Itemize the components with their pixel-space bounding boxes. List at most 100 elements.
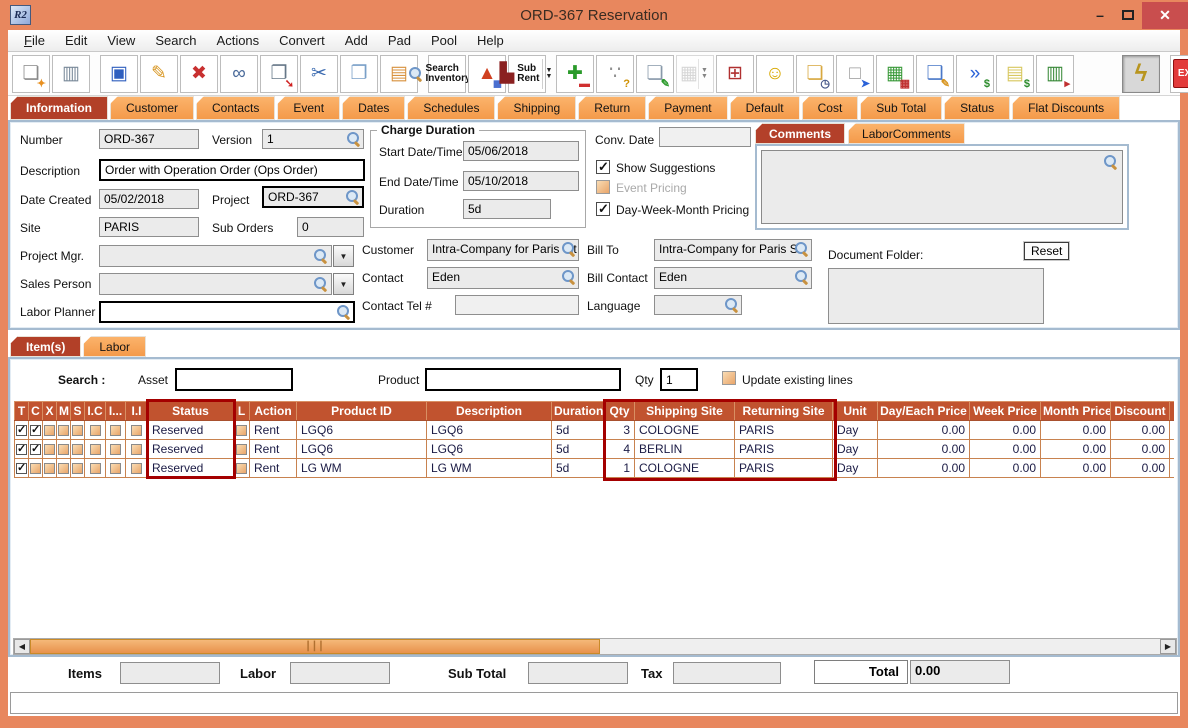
row1-ic-checkbox[interactable] [84,420,106,440]
minimize-button[interactable]: – [1086,7,1114,23]
menu-file[interactable]: File [14,31,55,50]
customer-lookup-icon[interactable] [562,242,576,256]
update-existing-lines-checkbox[interactable] [722,371,736,385]
customer-field[interactable]: Intra-Company for Paris Sit [427,239,579,261]
row1-s-checkbox[interactable] [70,420,85,440]
tab-customer[interactable]: Customer [110,96,195,120]
truck-button[interactable]: ▥ ▸ [1036,54,1074,93]
row3-day-each-price[interactable]: 0.00 [877,458,970,478]
row3-discount[interactable]: 0.00 [1110,458,1170,478]
row2-t-checkbox[interactable] [14,439,29,459]
show-suggestions-checkbox[interactable] [596,159,610,175]
row1-t-checkbox[interactable] [14,420,29,440]
add-remove-line-button[interactable]: ✚ ▬ [556,54,594,93]
print-button[interactable]: ▥ [52,54,90,93]
row2-month-price[interactable]: 0.00 [1040,439,1111,459]
day-week-month-checkbox[interactable] [596,201,610,217]
tab-flat-discounts[interactable]: Flat Discounts [1012,96,1121,120]
org-chart-button[interactable]: ⊞ [716,54,754,93]
row1-c-checkbox[interactable] [28,420,43,440]
money-transfer-button[interactable]: » $ [956,54,994,93]
lightning-button[interactable]: ϟ [1122,54,1160,93]
copy-button[interactable]: ❐ [340,54,378,93]
row3-t-checkbox[interactable] [14,458,29,478]
money-notes-button[interactable]: ▤ $ [996,54,1034,93]
labor-planner-lookup-icon[interactable] [337,305,351,319]
menu-convert[interactable]: Convert [269,31,335,50]
notepad-button[interactable]: ❏ ✎ [636,54,674,93]
cut-button[interactable]: ✂ [300,54,338,93]
row2-week-price[interactable]: 0.00 [969,439,1041,459]
row3-product-id[interactable]: LG WM [296,458,427,478]
row2-ii-checkbox[interactable] [125,439,148,459]
row2-ne[interactable] [1169,439,1174,459]
row2-x-checkbox[interactable] [42,439,57,459]
row3-description[interactable]: LG WM [426,458,552,478]
row3-shipping-site[interactable]: COLOGNE [634,458,735,478]
sales-person-lookup-icon[interactable] [314,277,328,291]
search-inventory-button[interactable]: Search Inventory▼▼ [408,54,483,93]
product-input[interactable] [425,368,621,391]
bill-contact-lookup-icon[interactable] [795,270,809,284]
tab-payment[interactable]: Payment [648,96,728,120]
tab-laborcomments[interactable]: LaborComments [848,123,965,144]
project-lookup-icon[interactable] [346,190,360,204]
row2-m-checkbox[interactable] [56,439,71,459]
tab-dates[interactable]: Dates [342,96,406,120]
calendar-button[interactable]: ▦ ▼ ▼ [676,54,714,93]
row2-description[interactable]: LGQ6 [426,439,552,459]
tab-return[interactable]: Return [578,96,647,120]
row3-s-checkbox[interactable] [70,458,85,478]
edit-button[interactable]: ✎ [140,54,178,93]
folder-clock-button[interactable]: ❏ ◷ [796,54,834,93]
row2-duration[interactable]: 5d [551,439,605,459]
contact-lookup-icon[interactable] [562,270,576,284]
row1-description[interactable]: LGQ6 [426,420,552,440]
copy-special-button[interactable]: ❐ ➘ [260,54,298,93]
menu-help[interactable]: Help [467,31,514,50]
row2-ic-checkbox[interactable] [84,439,106,459]
exit-button[interactable]: EXIT [1170,54,1188,93]
tab-information[interactable]: Information [10,96,108,120]
contact-tel-field[interactable] [455,295,579,315]
row3-ne[interactable] [1169,458,1174,478]
row3-m-checkbox[interactable] [56,458,71,478]
row1-unit[interactable]: Day [832,420,878,440]
sub-rent-button[interactable]: ▙ Sub Rent ▼ ▼ [500,54,552,93]
row3-c-checkbox[interactable] [28,458,43,478]
row2-returning-site[interactable]: PARIS [734,439,833,459]
tab-schedules[interactable]: Schedules [407,96,496,120]
row2-product-id[interactable]: LGQ6 [296,439,427,459]
menu-actions[interactable]: Actions [207,31,270,50]
row3-duration[interactable]: 5d [551,458,605,478]
row1-week-price[interactable]: 0.00 [969,420,1041,440]
comments-lookup-icon[interactable] [1104,155,1118,169]
row1-returning-site[interactable]: PARIS [734,420,833,440]
row2-action[interactable]: Rent [249,439,297,459]
menu-edit[interactable]: Edit [55,31,97,50]
version-lookup-icon[interactable] [347,132,361,146]
contact-field[interactable]: Eden [427,267,579,289]
row3-unit[interactable]: Day [832,458,878,478]
row1-qty[interactable]: 3 [604,420,635,440]
row2-qty[interactable]: 4 [604,439,635,459]
project-mgr-dropdown-icon[interactable]: ▼ [333,245,354,267]
delete-button[interactable]: ✖ [180,54,218,93]
row3-returning-site[interactable]: PARIS [734,458,833,478]
sales-person-dropdown-icon[interactable]: ▼ [333,273,354,295]
row1-discount[interactable]: 0.00 [1110,420,1170,440]
row2-l-checkbox[interactable] [233,439,250,459]
row1-x-checkbox[interactable] [42,420,57,440]
row3-action[interactable]: Rent [249,458,297,478]
language-lookup-icon[interactable] [725,298,739,312]
row1-ne[interactable] [1169,420,1174,440]
menu-pool[interactable]: Pool [421,31,467,50]
row2-unit[interactable]: Day [832,439,878,459]
row3-ic-checkbox[interactable] [84,458,106,478]
row1-action[interactable]: Rent [249,420,297,440]
horizontal-scrollbar[interactable]: ◀ ┃┃┃ ▶ [13,638,1177,655]
row2-idot-checkbox[interactable] [105,439,126,459]
row3-l-checkbox[interactable] [233,458,250,478]
project-mgr-lookup-icon[interactable] [314,249,328,263]
row2-discount[interactable]: 0.00 [1110,439,1170,459]
